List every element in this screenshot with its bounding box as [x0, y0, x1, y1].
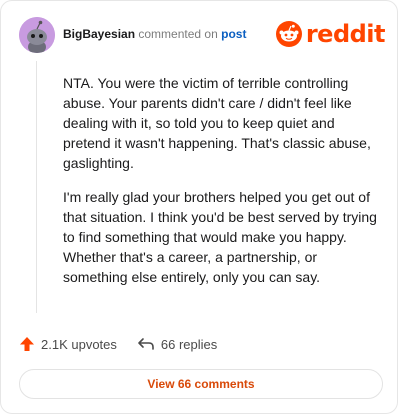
reply-count: 66 replies — [160, 336, 218, 352]
action-text: commented on — [138, 27, 218, 41]
comment-body: NTA. You were the victim of terrible con… — [63, 73, 385, 301]
post-link[interactable]: post — [221, 27, 246, 41]
author-line: BigBayesian commented on post — [63, 27, 246, 41]
snoo-avatar-icon — [19, 17, 55, 53]
author-name[interactable]: BigBayesian — [63, 27, 135, 41]
avatar[interactable] — [19, 17, 55, 53]
reddit-logo[interactable]: reddit — [275, 19, 386, 49]
comment-card: BigBayesian commented on post reddit NTA… — [0, 0, 398, 414]
upvote-button[interactable]: 2.1K upvotes — [19, 336, 117, 352]
reply-arrow-icon — [138, 338, 154, 350]
reddit-wordmark: reddit — [305, 20, 386, 48]
comment-actions: 2.1K upvotes 66 replies — [19, 334, 237, 354]
upvote-count: 2.1K upvotes — [41, 336, 117, 352]
thread-line — [36, 61, 37, 313]
comment-paragraph: I'm really glad your brothers helped you… — [63, 189, 377, 285]
reddit-snoo-icon — [275, 21, 302, 47]
upvote-arrow-icon — [20, 337, 34, 351]
comment-header: BigBayesian commented on post reddit — [19, 17, 386, 53]
comment-paragraph: NTA. You were the victim of terrible con… — [63, 75, 371, 171]
replies-button[interactable]: 66 replies — [137, 336, 217, 352]
view-comments-button[interactable]: View 66 comments — [19, 369, 383, 399]
